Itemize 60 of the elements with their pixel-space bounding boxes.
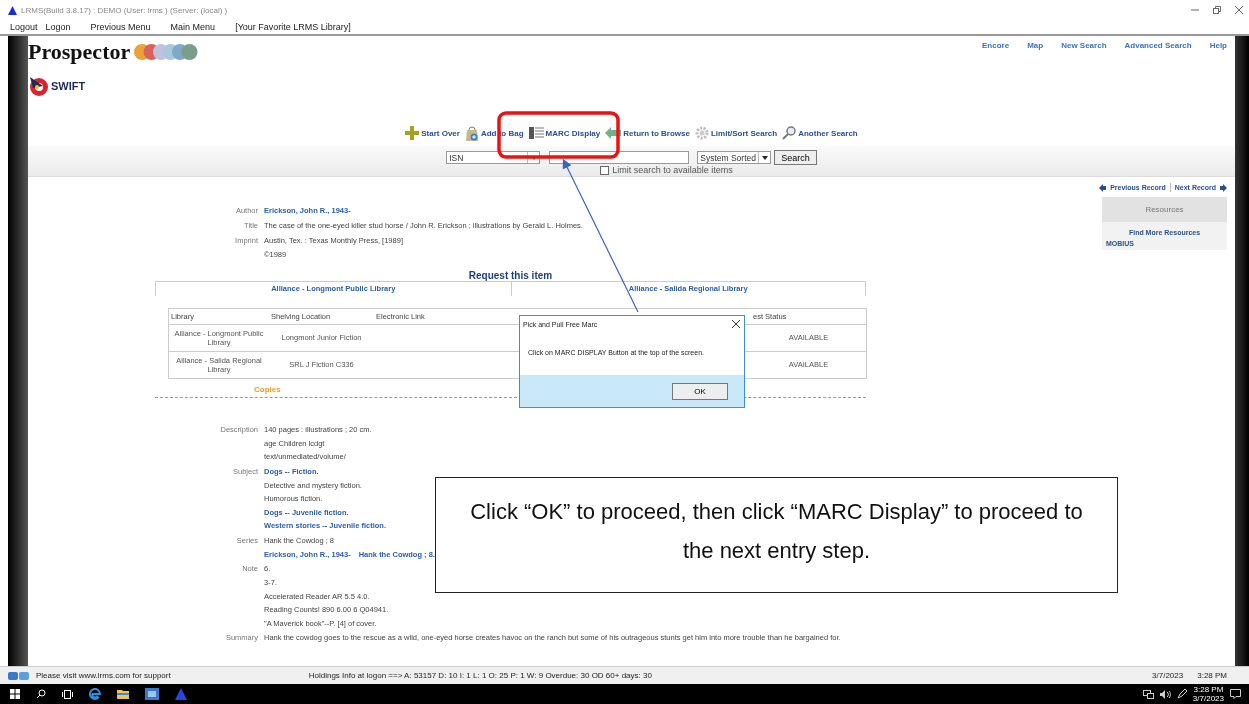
window-title: LRMS(Build 3.8.17) : DEMO (User: lrms ) (Server: (local) ) bbox=[21, 5, 228, 15]
limit-checkbox[interactable] bbox=[600, 165, 610, 175]
toolbar-link[interactable]: MARC Display bbox=[545, 128, 601, 138]
search-icon[interactable] bbox=[36, 689, 46, 699]
menu-item[interactable]: [Your Favorite LRMS Library] bbox=[235, 22, 351, 32]
status-time: 3:28 PM bbox=[1197, 671, 1227, 680]
callout: Click “OK” to proceed, then click “MARC Display” to proceed to the next entry step. bbox=[435, 477, 1118, 593]
toolbar-link[interactable]: Return to Browse bbox=[623, 128, 690, 138]
left-arrow-icon bbox=[605, 127, 622, 139]
status-date: 3/7/2023 bbox=[1152, 671, 1184, 680]
windows-icon[interactable] bbox=[10, 689, 20, 699]
left-arrow-icon bbox=[1099, 183, 1107, 192]
menu-item[interactable]: Previous Menu bbox=[90, 22, 151, 32]
panel-title: Resources bbox=[1102, 197, 1227, 222]
app-logo-icon bbox=[8, 670, 30, 681]
sort-select[interactable]: System Sorted bbox=[697, 151, 772, 164]
notification-icon[interactable] bbox=[1230, 689, 1241, 699]
header-link[interactable]: Advanced Search bbox=[1124, 41, 1192, 53]
logo-text: SWIFT bbox=[51, 80, 86, 92]
cross-icon bbox=[405, 126, 420, 140]
toolbar-link[interactable]: Another Search bbox=[798, 128, 858, 138]
circles-drawing bbox=[134, 44, 199, 60]
section-title: Request this item bbox=[468, 269, 553, 281]
ok-button[interactable]: OK bbox=[672, 382, 728, 400]
task-view-icon[interactable] bbox=[62, 689, 73, 699]
header-link[interactable]: Encore bbox=[982, 41, 1010, 53]
app-icon bbox=[8, 5, 17, 15]
pen-icon[interactable] bbox=[1176, 689, 1187, 699]
toolbar-link[interactable]: Start Over bbox=[421, 128, 460, 138]
search-button[interactable]: Search bbox=[774, 150, 817, 165]
menu-item[interactable]: Logout bbox=[10, 22, 38, 32]
list-icon bbox=[528, 127, 544, 139]
caret-icon bbox=[761, 155, 768, 160]
network-icon[interactable] bbox=[1142, 689, 1154, 699]
menu-item[interactable]: Logon bbox=[45, 22, 71, 32]
bag-icon bbox=[464, 125, 479, 141]
holdings-info: Holdings Info at logon ==> A: 53157 D: 10 I: 1 L: 1 O: 25 P: 1 W: 9 Overdue: 30 OD 60+ days: 30 bbox=[308, 671, 652, 680]
right-arrow-icon bbox=[1220, 183, 1227, 192]
close-icon[interactable] bbox=[1235, 6, 1243, 14]
section-title: Copies bbox=[254, 384, 281, 394]
swift-logo-icon bbox=[28, 75, 50, 97]
support-text: Please visit www.lrms.com for support bbox=[36, 671, 171, 680]
gear-icon bbox=[694, 126, 709, 140]
toolbar-link[interactable]: Limit/Sort Search bbox=[710, 128, 778, 138]
volume-icon[interactable] bbox=[1159, 689, 1171, 699]
checkbox-label: Limit search to available items bbox=[612, 165, 733, 175]
header-link[interactable]: New Search bbox=[1061, 41, 1107, 53]
logo-text: Prospector bbox=[28, 39, 131, 65]
clock-date: 3/7/2023 bbox=[1192, 694, 1224, 703]
app-logo-icon[interactable] bbox=[145, 688, 159, 700]
search-icon bbox=[782, 126, 797, 140]
clock-time: 3:28 PM bbox=[1193, 685, 1224, 694]
folder-icon[interactable] bbox=[117, 689, 129, 699]
header-link[interactable]: Map bbox=[1027, 41, 1044, 53]
app-icon[interactable] bbox=[175, 688, 187, 700]
header-link[interactable]: Help bbox=[1209, 41, 1227, 53]
menu-item[interactable]: Main Menu bbox=[170, 22, 216, 32]
close-icon[interactable] bbox=[732, 320, 740, 328]
restore-icon[interactable] bbox=[1213, 6, 1221, 14]
browser-icon[interactable] bbox=[89, 688, 101, 700]
